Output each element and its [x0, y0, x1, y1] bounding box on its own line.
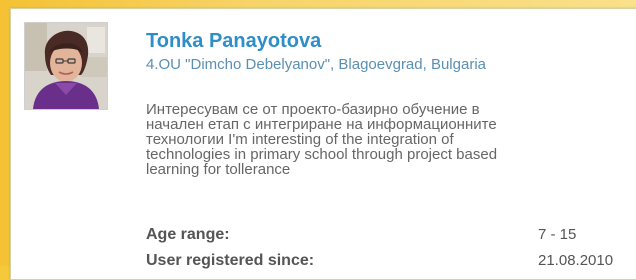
user-avatar[interactable]	[24, 22, 108, 110]
registered-since-label: User registered since:	[146, 252, 315, 269]
registered-since-value: 21.08.2010	[538, 252, 614, 269]
bio-line: начален етап с интегриране на информацио…	[146, 116, 497, 133]
user-school: 4.OU "Dimcho Debelyanov", Blagoevgrad, B…	[146, 56, 486, 73]
avatar-photo-icon	[25, 23, 107, 109]
user-name-link[interactable]: Tonka Panayotova	[146, 30, 321, 53]
bio-line: Интересувам се от проекто-базирно обучен…	[146, 101, 480, 118]
user-profile-card: Tonka Panayotova 4.OU "Dimcho Debelyanov…	[10, 8, 636, 280]
bio-line: learning for tollerance	[146, 161, 291, 178]
age-range-label: Age range:	[146, 226, 230, 243]
bio-line: technologies in primary school through p…	[146, 146, 498, 163]
user-bio: Интересувам се от проекто-базирно обучен…	[146, 102, 636, 177]
bio-line: технологии I'm interesting of the integr…	[146, 131, 454, 148]
age-range-value: 7 - 15	[538, 226, 577, 243]
